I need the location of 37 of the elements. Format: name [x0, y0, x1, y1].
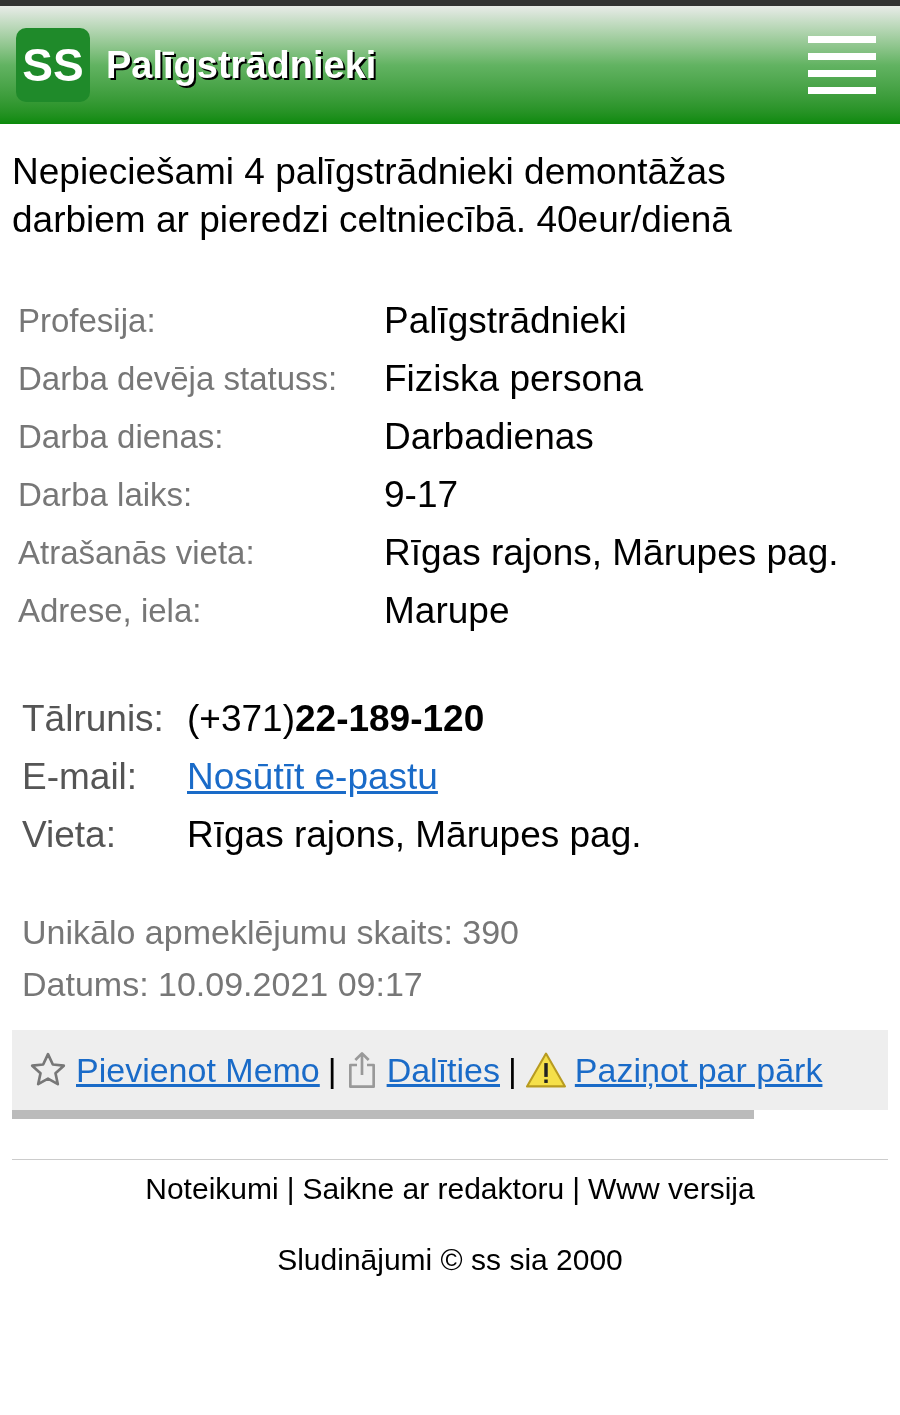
contact-value: Rīgas rajons, Mārupes pag.: [187, 813, 642, 858]
separator: |: [572, 1171, 581, 1207]
separator: |: [286, 1171, 295, 1207]
detail-value: Darbadienas: [384, 415, 594, 460]
phone-number: (+371)22-189-120: [187, 697, 485, 742]
stat-text: Datums: 10.09.2021 09:17: [22, 963, 424, 1005]
email-link[interactable]: Nosūtīt e-pastu: [187, 749, 438, 805]
detail-value: Rīgas rajons, Mārupes pag.: [384, 531, 839, 576]
footer-link[interactable]: Saikne ar redaktoru: [302, 1166, 565, 1211]
detail-value: Marupe: [384, 589, 510, 634]
contact-label: E-mail:: [22, 755, 139, 800]
logo[interactable]: SS: [16, 28, 90, 102]
action-link[interactable]: Paziņot par pārk: [574, 1044, 823, 1096]
stat-text: Unikālo apmeklējumu skaits: 390: [22, 911, 521, 953]
detail-label: Darba devēja statuss:: [18, 359, 339, 400]
warning-icon: [524, 1051, 567, 1089]
action-link[interactable]: Pievienot Memo: [76, 1044, 320, 1096]
page-title: Palīgstrādnieki: [106, 42, 377, 88]
detail-label: Adrese, iela:: [18, 591, 203, 632]
separator: |: [508, 1049, 517, 1091]
contact-label: Vieta:: [22, 813, 117, 858]
menu-icon[interactable]: [808, 36, 876, 94]
action-link[interactable]: Dalīties: [386, 1044, 500, 1096]
detail-label: Darba laiks:: [18, 475, 194, 516]
contact-label: Tālrunis:: [22, 697, 165, 742]
separator: |: [327, 1049, 337, 1091]
detail-label: Atrašanās vieta:: [18, 533, 256, 574]
footer-link[interactable]: Noteikumi: [145, 1166, 279, 1211]
detail-value: 9-17: [384, 473, 459, 518]
detail-value: Palīgstrādnieki: [384, 299, 627, 344]
detail-label: Darba dienas:: [18, 417, 225, 458]
detail-value: Fiziska persona: [384, 357, 644, 402]
footer-link[interactable]: Www versija: [588, 1166, 755, 1211]
ad-description: Nepieciešami 4 palīgstrādnieki demontāžas darbiem ar pieredzi celtniecībā. 40eur/dienā: [11, 150, 733, 242]
copyright: Sludinājumi © ss sia 2000: [276, 1242, 624, 1278]
detail-label: Profesija:: [18, 301, 157, 342]
scrollbar[interactable]: [12, 1110, 754, 1119]
